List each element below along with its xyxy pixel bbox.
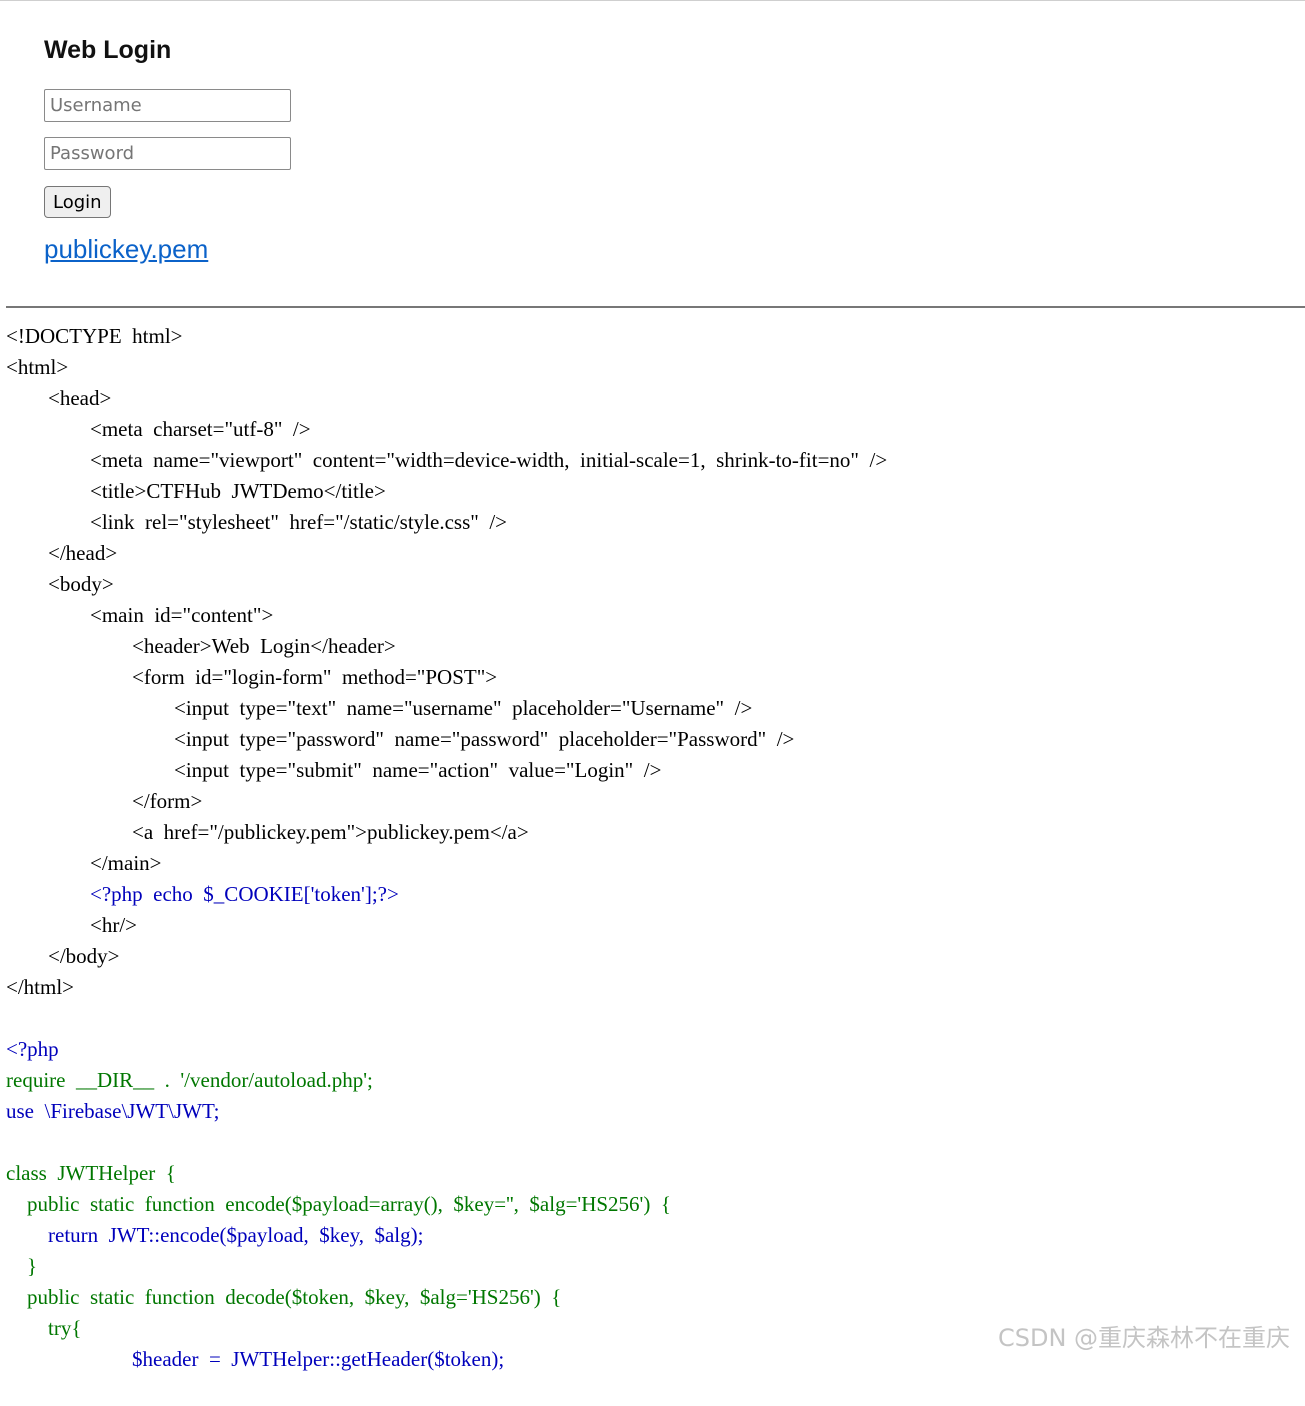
top-border (0, 0, 1305, 1)
code-line: <head> (6, 386, 112, 410)
code-line: try{ (6, 1316, 82, 1340)
code-line: public static function encode($payload=a… (6, 1192, 671, 1216)
password-input[interactable] (44, 137, 291, 170)
code-line: <?php (6, 1037, 59, 1061)
username-input[interactable] (44, 89, 291, 122)
code-line: require __DIR__ . '/vendor/autoload.php'… (6, 1068, 373, 1092)
publickey-link[interactable]: publickey.pem (44, 234, 208, 265)
code-line: use \Firebase\JWT\JWT; (6, 1099, 220, 1123)
code-line: </body> (6, 944, 120, 968)
code-line: } (6, 1254, 38, 1278)
code-line: <?php echo $_COOKIE['token'];?> (6, 882, 399, 906)
code-line: <input type="password" name="password" p… (6, 727, 795, 751)
horizontal-rule (6, 306, 1305, 308)
code-line: <a href="/publickey.pem">publickey.pem</… (6, 820, 529, 844)
source-code-block: <!DOCTYPE html> <html> <head> <meta chars… (6, 321, 887, 1406)
code-line: <link rel="stylesheet" href="/static/sty… (6, 510, 507, 534)
code-line: <title>CTFHub JWTDemo</title> (6, 479, 386, 503)
page-title: Web Login (44, 36, 172, 64)
code-line: return JWT::encode($payload, $key, $alg)… (6, 1223, 424, 1247)
code-line: <body> (6, 572, 114, 596)
code-line: public static function decode($token, $k… (6, 1285, 562, 1309)
code-line: <meta charset="utf-8" /> (6, 417, 311, 441)
code-line: </html> (6, 975, 75, 999)
code-line: </head> (6, 541, 118, 565)
code-line: <html> (6, 355, 69, 379)
code-line: </form> (6, 789, 203, 813)
code-line: class JWTHelper { (6, 1161, 176, 1185)
code-line: <meta name="viewport" content="width=dev… (6, 448, 888, 472)
code-line: <main id="content"> (6, 603, 274, 627)
code-line: $header = JWTHelper::getHeader($token); (6, 1347, 505, 1371)
code-line: <hr/> (6, 913, 138, 937)
login-button[interactable]: Login (44, 186, 111, 218)
code-line: <header>Web Login</header> (6, 634, 396, 658)
code-line: <!DOCTYPE html> (6, 324, 183, 348)
watermark: CSDN @重庆森林不在重庆 (998, 1324, 1291, 1352)
code-line: <input type="submit" name="action" value… (6, 758, 662, 782)
code-line: <input type="text" name="username" place… (6, 696, 753, 720)
code-line: </main> (6, 851, 162, 875)
code-line: <form id="login-form" method="POST"> (6, 665, 498, 689)
